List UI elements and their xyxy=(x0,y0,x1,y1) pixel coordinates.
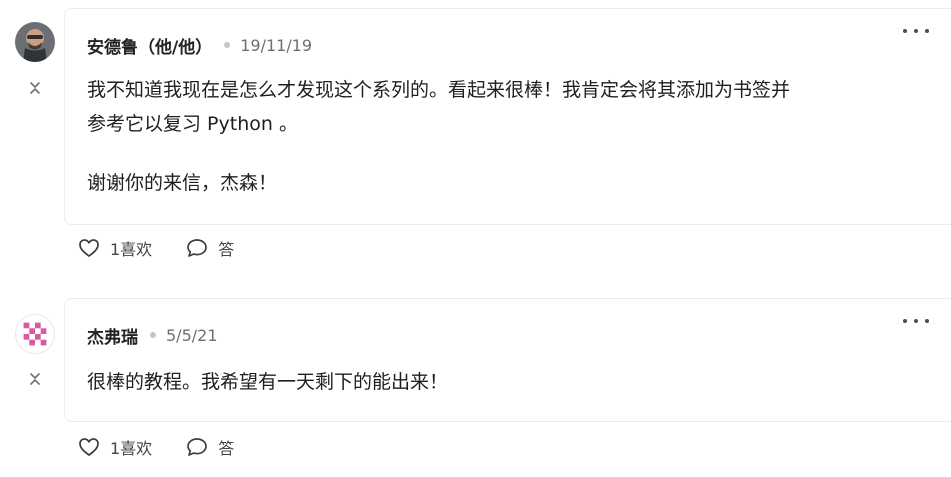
collapse-toggle[interactable] xyxy=(25,369,45,389)
like-button[interactable]: 1喜欢 xyxy=(78,236,152,260)
more-icon xyxy=(903,29,907,33)
comment-meta: 安德鲁（他/他） 19/11/19 xyxy=(87,33,312,58)
collapse-chevron-icon xyxy=(30,82,40,94)
more-icon-dot xyxy=(914,319,918,323)
more-icon-dot xyxy=(914,29,918,33)
more-options-button[interactable] xyxy=(903,23,929,39)
more-icon-dot xyxy=(925,29,929,33)
comment-body-line: 我不知道我现在是怎么才发现这个系列的。看起来很棒！我肯定会将其添加为书签并 xyxy=(87,79,791,101)
heart-icon xyxy=(79,239,99,257)
comment-author[interactable]: 安德鲁（他/他） xyxy=(87,33,212,58)
comment-body-line: 参考它以复习 Python 。 xyxy=(87,113,298,135)
reply-button[interactable]: 答 xyxy=(186,435,234,459)
comment-meta: 杰弗瑞 5/5/21 xyxy=(87,323,218,348)
like-count-label: 1喜欢 xyxy=(110,439,153,458)
identicon-avatar-icon xyxy=(16,315,54,353)
more-options-button[interactable] xyxy=(903,313,929,329)
more-icon xyxy=(903,319,907,323)
more-icon-dot xyxy=(925,319,929,323)
comment-actions: 1喜欢 答 xyxy=(78,435,234,459)
avatar[interactable] xyxy=(15,22,55,62)
reply-label: 答 xyxy=(218,240,235,259)
collapse-chevron-icon xyxy=(30,373,40,385)
collapse-toggle[interactable] xyxy=(25,78,45,98)
comment-card: 杰弗瑞 5/5/21 很棒的教程。我希望有一天剩下的能出来！ xyxy=(64,298,951,422)
reply-label: 答 xyxy=(218,439,235,458)
like-count-label: 1喜欢 xyxy=(110,240,153,259)
comment-date[interactable]: 5/5/21 xyxy=(166,326,218,345)
reply-bubble-icon xyxy=(187,438,208,456)
heart-icon xyxy=(79,438,99,456)
comment-card: 安德鲁（他/他） 19/11/19 我不知道我现在是怎么才发现这个系列的。看起来… xyxy=(64,8,951,225)
comment-actions: 1喜欢 答 xyxy=(78,236,234,260)
avatar[interactable] xyxy=(15,314,55,354)
reply-bubble-icon xyxy=(187,239,208,257)
reply-button[interactable]: 答 xyxy=(186,236,234,260)
comment-body-line: 谢谢你的来信，杰森！ xyxy=(87,172,278,194)
comment-thread: 安德鲁（他/他） 19/11/19 我不知道我现在是怎么才发现这个系列的。看起来… xyxy=(0,0,951,477)
separator-dot xyxy=(150,332,156,338)
comment-date[interactable]: 19/11/19 xyxy=(240,36,312,55)
like-button[interactable]: 1喜欢 xyxy=(78,435,152,459)
separator-dot xyxy=(224,42,231,48)
comment-body-line: 很棒的教程。我希望有一天剩下的能出来！ xyxy=(87,371,449,393)
avatar-photo-icon xyxy=(15,22,55,62)
comment-author[interactable]: 杰弗瑞 xyxy=(87,323,138,348)
